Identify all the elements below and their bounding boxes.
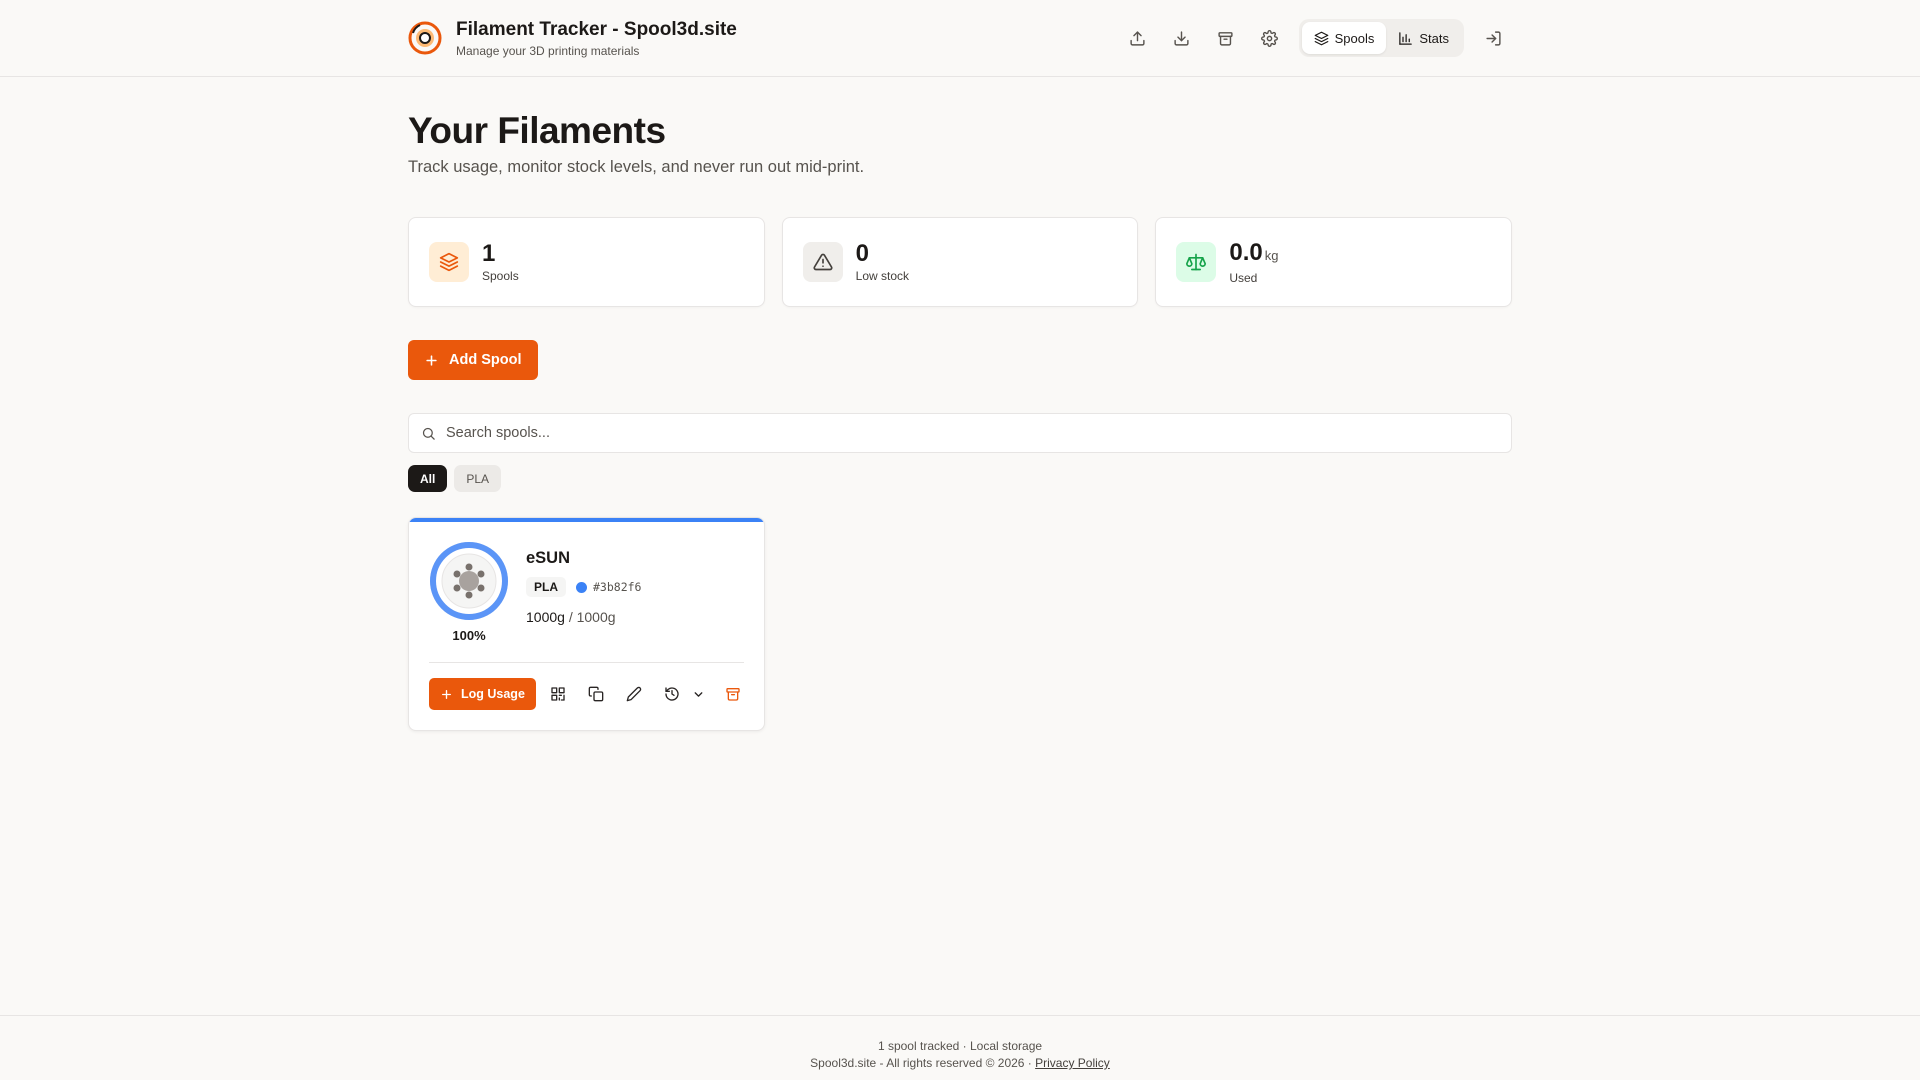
stat-label-low-stock: Low stock <box>855 269 910 283</box>
spool-remaining: 1000g <box>526 609 565 625</box>
main-content: Your Filaments Track usage, monitor stoc… <box>408 77 1513 731</box>
add-spool-label: Add Spool <box>449 352 522 368</box>
card-divider <box>429 662 744 663</box>
edit-icon[interactable] <box>618 678 650 710</box>
footer: 1 spool tracked · Local storage Spool3d.… <box>0 1015 1920 1080</box>
spool-percent: 100% <box>452 628 486 643</box>
stat-value-low-stock: 0 <box>855 240 870 267</box>
stats-row: 1 Spools 0 Low stock 0.0 kg Used <box>408 217 1513 307</box>
stat-card-used: 0.0 kg Used <box>1155 217 1513 307</box>
stat-value-used: 0.0 <box>1229 238 1263 266</box>
tab-stats[interactable]: Stats <box>1386 22 1461 54</box>
spool-brand: eSUN <box>526 549 571 567</box>
stat-value-spools: 1 <box>482 240 496 267</box>
spool-card: 100% eSUN PLA #3b82f6 1000g / 1000g Log … <box>408 517 765 731</box>
app-header: Filament Tracker - Spool3d.site Manage y… <box>0 0 1920 77</box>
layers-icon <box>1314 31 1328 45</box>
chevron-down-icon[interactable] <box>688 678 710 710</box>
bar-chart-icon <box>1399 31 1413 45</box>
stat-card-low-stock: 0 Low stock <box>781 217 1139 307</box>
plus-icon <box>442 689 451 699</box>
stat-card-spools: 1 Spools <box>408 217 765 307</box>
page-title: Your Filaments <box>408 110 666 151</box>
search-bar <box>408 413 1512 453</box>
footer-summary: 1 spool tracked · Local storage <box>877 1039 1043 1053</box>
stat-label-spools: Spools <box>482 269 519 283</box>
filter-chip-all[interactable]: All <box>408 465 448 492</box>
archive-icon[interactable] <box>1207 19 1245 57</box>
log-usage-button[interactable]: Log Usage <box>429 678 536 710</box>
privacy-policy-link[interactable]: Privacy Policy <box>1035 1056 1110 1070</box>
stat-unit-used: kg <box>1264 247 1279 263</box>
alert-triangle-icon <box>802 242 843 282</box>
history-icon[interactable] <box>656 678 688 710</box>
search-icon <box>422 427 435 440</box>
tab-stats-label: Stats <box>1419 30 1449 46</box>
layers-icon <box>429 242 469 282</box>
app-title: Filament Tracker - Spool3d.site <box>456 18 737 40</box>
spool-total: / 1000g <box>568 609 616 625</box>
upload-icon[interactable] <box>1119 19 1157 57</box>
scale-icon <box>1176 242 1217 282</box>
spool-color-hex: #3b82f6 <box>593 580 642 594</box>
tab-spools[interactable]: Spools <box>1301 22 1387 54</box>
page-subtitle: Track usage, monitor stock levels, and n… <box>408 158 865 176</box>
tab-spools-label: Spools <box>1334 30 1375 46</box>
view-switcher: Spools Stats <box>1298 19 1464 57</box>
spool-actions: Log Usage <box>429 678 749 710</box>
gear-icon[interactable] <box>1251 19 1289 57</box>
qr-code-icon[interactable] <box>542 678 574 710</box>
download-icon[interactable] <box>1163 19 1201 57</box>
add-spool-button[interactable]: Add Spool <box>408 340 538 380</box>
app-subtitle: Manage your 3D printing materials <box>456 43 640 58</box>
spool-color-bar <box>409 518 764 522</box>
spool-type-badge: PLA <box>526 577 566 597</box>
filter-chips: All PLA <box>408 465 1512 492</box>
spool-progress-ring <box>430 542 508 620</box>
filter-chip-pla[interactable]: PLA <box>454 465 502 492</box>
logo-icon <box>408 21 442 55</box>
archive-spool-icon[interactable] <box>717 678 749 710</box>
brand: Filament Tracker - Spool3d.site Manage y… <box>408 19 737 58</box>
footer-copyright: Spool3d.site - All rights reserved © 202… <box>810 1056 1036 1070</box>
plus-icon <box>426 354 437 366</box>
stat-label-used: Used <box>1229 270 1258 285</box>
search-input[interactable] <box>446 425 1446 441</box>
log-usage-label: Log Usage <box>461 687 525 701</box>
copy-icon[interactable] <box>580 678 612 710</box>
log-in-icon[interactable] <box>1474 19 1512 57</box>
color-swatch <box>576 581 587 593</box>
